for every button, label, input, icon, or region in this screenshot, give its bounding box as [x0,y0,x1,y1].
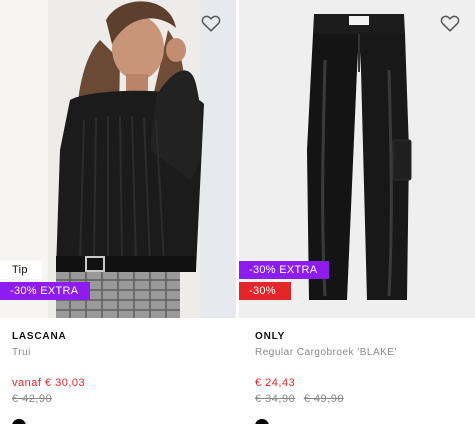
tip-badge: Tip [0,261,42,279]
old-prices: € 34,90 € 49,90 [255,393,475,407]
product-image[interactable]: Tip -30% EXTRA [0,0,236,318]
product-card-only[interactable]: -30% EXTRA -30% ONLY Regular Cargobroek … [239,0,475,424]
product-grid: Tip -30% EXTRA LASCANA Trui vanaf € 30,0… [0,0,475,424]
product-card-lascana[interactable]: Tip -30% EXTRA LASCANA Trui vanaf € 30,0… [0,0,236,424]
old-prices: € 42,90 [12,393,232,407]
discount-badge: -30% [239,282,291,300]
heart-outline-icon[interactable] [200,12,222,34]
product-info[interactable]: ONLY Regular Cargobroek 'BLAKE' € 24,43 … [255,331,475,424]
color-swatch-black[interactable] [12,419,26,424]
product-brand: LASCANA [12,331,67,342]
old-price: € 42,90 [12,393,53,405]
original-price: € 49,90 [303,393,344,405]
product-name: Trui [12,347,31,358]
product-brand: ONLY [255,331,286,342]
product-price: € 24,43 [255,377,296,389]
old-price: € 34,90 [255,393,296,405]
product-image[interactable]: -30% EXTRA -30% [239,0,475,318]
extra-discount-badge: -30% EXTRA [0,282,90,300]
heart-outline-icon[interactable] [439,12,461,34]
product-name: Regular Cargobroek 'BLAKE' [255,347,397,358]
extra-discount-badge: -30% EXTRA [239,261,329,279]
product-info[interactable]: LASCANA Trui vanaf € 30,03 € 42,90 [12,331,232,424]
product-price: vanaf € 30,03 [12,377,86,389]
color-swatch-black[interactable] [255,419,269,424]
